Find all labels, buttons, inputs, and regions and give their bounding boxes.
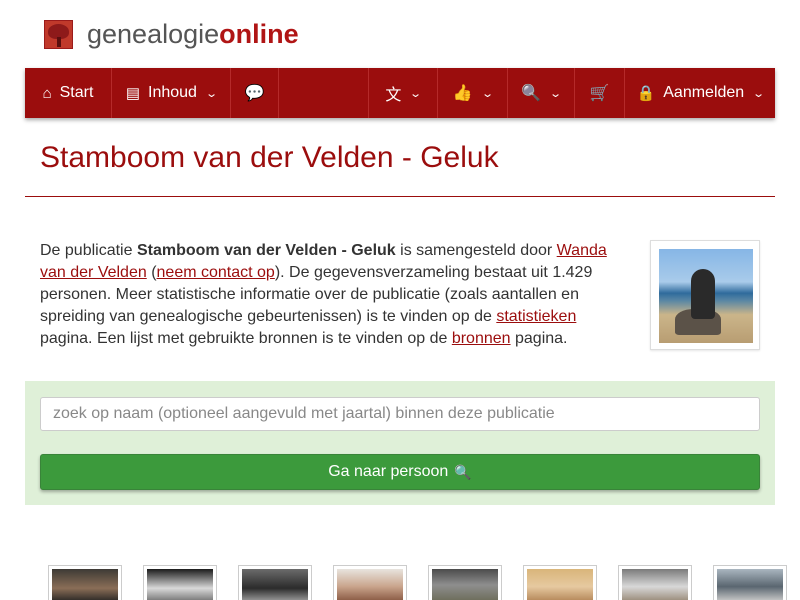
person-thumbnail[interactable] (238, 565, 312, 600)
comments-icon: 💬 (244, 85, 265, 102)
author-photo[interactable] (650, 240, 760, 350)
language-icon: 文 (385, 87, 402, 104)
chevron-down-icon: ⌄ (549, 87, 563, 100)
person-thumbnail[interactable] (713, 565, 787, 600)
thumbs-up-icon: 👍 (452, 85, 473, 102)
lock-icon: 🔒 (636, 85, 656, 102)
chevron-down-icon: ⌄ (752, 87, 766, 100)
nav-start[interactable]: ⌂ Start (25, 68, 112, 118)
nav-inhoud[interactable]: ▤ Inhoud ⌄ (112, 68, 231, 118)
search-icon: 🔍 (521, 85, 542, 102)
person-thumbnail[interactable] (333, 565, 407, 600)
site-name: genealogieonline (87, 19, 299, 49)
person-search-panel: Ga naar persoon 🔍 (25, 381, 775, 505)
person-thumbnail[interactable] (428, 565, 502, 600)
nav-like[interactable]: 👍 ⌄ (438, 68, 508, 118)
shopping-cart-icon: 🛒 (589, 85, 610, 102)
title-divider (25, 196, 775, 197)
person-thumbnail[interactable] (143, 565, 217, 600)
person-thumbnail[interactable] (618, 565, 692, 600)
nav-start-label: Start (59, 84, 94, 101)
person-thumbnails (48, 565, 800, 600)
statistics-link[interactable]: statistieken (496, 308, 576, 325)
home-icon: ⌂ (42, 84, 52, 102)
go-to-person-label: Ga naar persoon (328, 463, 449, 480)
chevron-down-icon: ⌄ (205, 87, 219, 100)
author-avatar (659, 249, 753, 343)
nav-chat[interactable]: 💬 (231, 68, 279, 118)
chevron-down-icon: ⌄ (409, 87, 423, 100)
person-thumbnail[interactable] (48, 565, 122, 600)
intro-text: is samengesteld door (395, 242, 557, 259)
main-navbar: ⌂ Start ▤ Inhoud ⌄ 💬 文 ⌄ 👍 ⌄ 🔍 ⌄ 🛒 🔒 Aan… (25, 68, 775, 118)
publication-intro: De publicatie Stamboom van der Velden - … (40, 240, 620, 350)
nav-login-label: Aanmelden (663, 84, 745, 101)
search-icon: 🔍 (454, 463, 472, 480)
site-name-part1: genealogie (87, 19, 220, 49)
nav-search[interactable]: 🔍 ⌄ (508, 68, 575, 118)
book-icon: ▤ (125, 85, 141, 102)
sources-link[interactable]: bronnen (452, 330, 511, 347)
go-to-person-button[interactable]: Ga naar persoon 🔍 (40, 454, 760, 490)
intro-text: pagina. Een lijst met gebruikte bronnen … (40, 330, 452, 347)
tree-logo-icon (44, 19, 73, 49)
contact-link[interactable]: neem contact op (157, 264, 275, 281)
nav-language[interactable]: 文 ⌄ (368, 68, 438, 118)
nav-inhoud-label: Inhoud (148, 84, 197, 101)
site-logo[interactable]: genealogieonline (44, 19, 299, 49)
page-title: Stamboom van der Velden - Geluk (40, 141, 499, 174)
nav-cart[interactable]: 🛒 (575, 68, 625, 118)
person-search-input[interactable] (40, 397, 760, 431)
site-name-part2: online (219, 19, 299, 49)
intro-text: De publicatie (40, 242, 137, 259)
chevron-down-icon: ⌄ (481, 87, 494, 100)
intro-text: pagina. (510, 330, 568, 347)
publication-name: Stamboom van der Velden - Geluk (136, 242, 396, 259)
person-thumbnail[interactable] (523, 565, 597, 600)
nav-login[interactable]: 🔒 Aanmelden ⌄ (625, 68, 775, 118)
